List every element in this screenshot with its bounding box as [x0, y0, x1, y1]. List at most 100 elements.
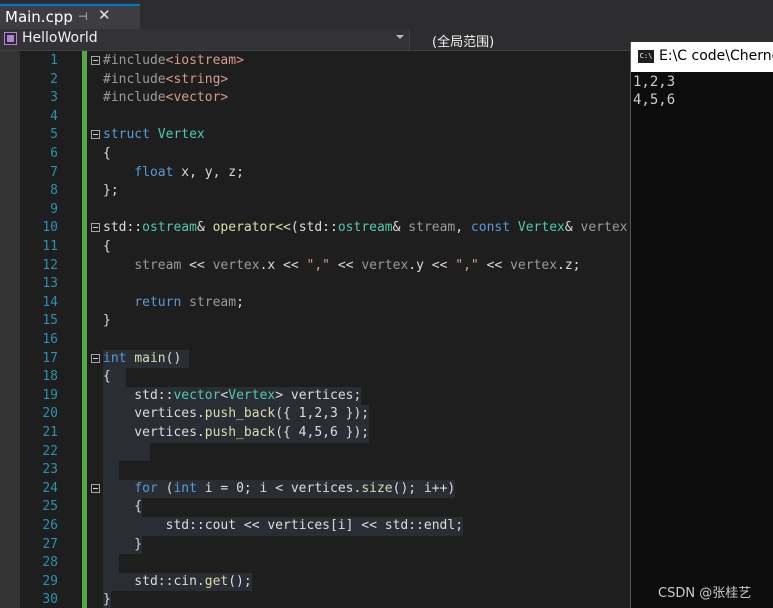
fold-toggle-icon[interactable]: [91, 483, 100, 493]
code-line[interactable]: 5 struct Vertex: [0, 126, 630, 145]
code-line[interactable]: 3 #include<vector>: [0, 89, 630, 108]
code-token: {: [103, 499, 143, 515]
code-line[interactable]: 15}: [0, 312, 630, 331]
code-text: float x, y, z;: [103, 164, 244, 183]
code-line[interactable]: 28: [0, 554, 630, 573]
line-number: 23: [42, 462, 58, 478]
chevron-down-icon[interactable]: [396, 35, 404, 39]
line-number: 19: [42, 387, 58, 403]
code-line[interactable]: 20 vertices.push_back({ 1,2,3 });: [0, 405, 630, 424]
tab-main-cpp[interactable]: Main.cpp ⊣ ✕: [0, 4, 140, 29]
code-token: vertices.: [103, 425, 205, 440]
code-line[interactable]: 2 #include<string>: [0, 71, 630, 90]
watermark: CSDN @张桂艺: [658, 586, 752, 601]
code-line[interactable]: 6{: [0, 145, 630, 164]
code-token: (: [157, 480, 174, 496]
code-line[interactable]: 29 std::cin.get();: [0, 572, 630, 592]
code-line[interactable]: 7 float x, y, z;: [0, 164, 630, 183]
code-line[interactable]: 21 vertices.push_back({ 4,5,6 });: [0, 424, 630, 443]
line-number: 17: [42, 350, 58, 366]
console-window[interactable]: C:\ E:\C code\Cherno 1,2,3 4,5,6: [630, 42, 773, 608]
code-line[interactable]: 27 }: [0, 535, 630, 555]
fold-toggle-icon[interactable]: [91, 130, 100, 140]
close-icon[interactable]: ✕: [98, 6, 111, 24]
code-line[interactable]: 14 return stream;: [0, 294, 630, 313]
code-token: }: [103, 313, 111, 329]
code-line[interactable]: 1 #include<iostream>: [0, 52, 630, 71]
code-text: std::cout << vertices[i] << std::endl;: [103, 517, 464, 536]
line-number: 27: [42, 536, 58, 552]
line-number: 5: [50, 127, 58, 143]
code-line[interactable]: 4: [0, 108, 630, 127]
code-text: #include<vector>: [103, 89, 228, 108]
code-token: }: [103, 592, 111, 608]
code-line[interactable]: 22: [0, 442, 630, 462]
project-name: HelloWorld: [22, 30, 98, 46]
code-text: vertices.push_back({ 1,2,3 });: [103, 405, 370, 424]
line-number: 29: [42, 573, 58, 589]
code-line[interactable]: 25 {: [0, 498, 630, 517]
code-text: struct Vertex: [103, 126, 205, 145]
code-token: vertex: [510, 257, 558, 273]
code-token: > vertices;: [275, 387, 362, 403]
code-text: {: [103, 145, 111, 164]
pin-icon[interactable]: ⊣: [78, 10, 88, 23]
code-line[interactable]: 19 std::vector<Vertex> vertices;: [0, 386, 630, 406]
line-number: 22: [42, 443, 58, 459]
code-token: Vertex: [157, 127, 205, 143]
code-line[interactable]: 18 {: [0, 368, 630, 387]
code-token: <<: [181, 257, 213, 273]
line-number: 8: [50, 183, 58, 199]
code-line[interactable]: 26 std::cout << vertices[i] << std::endl…: [0, 517, 630, 536]
code-line[interactable]: 11 {: [0, 238, 630, 257]
code-line[interactable]: 12 stream << vertex.x << "," << vertex.y…: [0, 257, 630, 276]
line-number: 10: [42, 220, 58, 236]
code-line[interactable]: 13: [0, 275, 630, 294]
code-line[interactable]: 23: [0, 461, 630, 480]
code-token: const: [470, 220, 511, 236]
code-token: ();: [228, 573, 252, 589]
code-text: {: [103, 498, 143, 517]
code-token: ostream: [142, 220, 197, 236]
line-number: 24: [42, 480, 58, 496]
code-token: vertex: [361, 257, 409, 273]
code-text: std::vector<Vertex> vertices;: [103, 386, 362, 406]
code-token: x, y, z;: [173, 164, 244, 180]
code-token: <vector>: [165, 90, 229, 106]
code-text: };: [103, 182, 119, 201]
line-number: 15: [42, 313, 58, 329]
code-line[interactable]: 17 int main(): [0, 349, 630, 369]
scope-dropdown[interactable]: (全局范围): [432, 31, 494, 50]
code-line[interactable]: 9: [0, 201, 630, 220]
code-text: stream << vertex.x << "," << vertex.y <<…: [103, 257, 580, 276]
code-token: std::: [103, 387, 174, 403]
line-number: 4: [50, 108, 58, 124]
fold-toggle-icon[interactable]: [91, 353, 100, 363]
fold-toggle-icon[interactable]: [91, 223, 100, 233]
code-token: vertices.: [103, 406, 205, 422]
code-line[interactable]: 10 std::ostream& operator<<(std::ostream&…: [0, 219, 630, 238]
code-text: [103, 442, 150, 462]
project-dropdown[interactable]: HelloWorld: [0, 29, 410, 50]
code-token: #include: [103, 90, 166, 106]
code-token: size: [361, 480, 393, 496]
console-title-bar[interactable]: C:\ E:\C code\Cherno: [631, 42, 773, 72]
code-line[interactable]: 24 for (int i = 0; i < vertices.size(); …: [0, 479, 630, 499]
fold-toggle-icon[interactable]: [91, 56, 100, 65]
code-editor[interactable]: 1 #include<iostream> 2 #include<string> 3 #in…: [0, 51, 630, 608]
code-line[interactable]: 8};: [0, 182, 630, 201]
console-output-line: 4,5,6: [633, 92, 676, 108]
project-icon: [4, 32, 17, 45]
tab-title: Main.cpp: [5, 8, 73, 26]
code-token: {: [103, 369, 127, 385]
code-text: }: [103, 535, 143, 555]
line-number: 12: [42, 257, 58, 273]
console-icon: C:\: [638, 50, 654, 63]
code-line[interactable]: 16: [0, 331, 630, 350]
code-line[interactable]: 30}: [0, 591, 630, 608]
code-text: }: [103, 591, 111, 608]
line-number: 16: [42, 332, 58, 347]
